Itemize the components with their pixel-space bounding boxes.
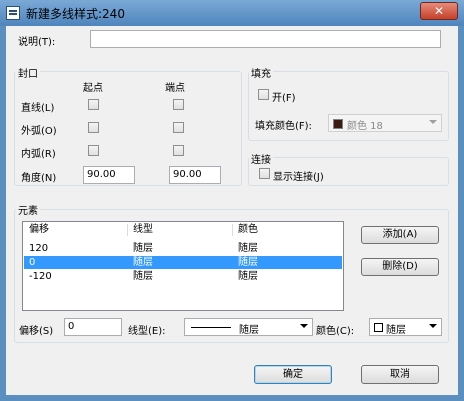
- fill-on-checkbox[interactable]: [258, 89, 269, 100]
- dialog-window: 新建多线样式:240 ✕ 说明(T): 封口 起点 端点 直线(L) 外弧(O)…: [0, 0, 464, 401]
- list-item-color: 随层: [238, 243, 258, 254]
- color-value: 随层: [386, 325, 406, 336]
- cap-line-start-checkbox[interactable]: [88, 99, 99, 110]
- list-item[interactable]: 0 随层 随层: [24, 256, 342, 269]
- offset-label: 偏移(S): [19, 326, 54, 337]
- linetype-preview-line: [191, 327, 231, 328]
- fill-color-dropdown[interactable]: 颜色 18: [328, 114, 442, 132]
- color-dropdown[interactable]: 随层: [369, 318, 442, 336]
- cap-inner-arc-start-checkbox[interactable]: [88, 145, 99, 156]
- title-bar[interactable]: 新建多线样式:240 ✕: [0, 0, 464, 26]
- cancel-button[interactable]: 取消: [361, 365, 439, 384]
- color-swatch: [374, 323, 383, 332]
- close-button[interactable]: ✕: [420, 2, 458, 20]
- chevron-down-icon: [429, 120, 437, 124]
- cap-angle-label: 角度(N): [21, 173, 57, 184]
- caps-group-title: 封口: [16, 65, 40, 80]
- window-title: 新建多线样式:240: [26, 7, 125, 21]
- description-input[interactable]: [90, 30, 441, 48]
- chevron-down-icon: [429, 324, 437, 328]
- offset-input[interactable]: 0: [64, 318, 122, 336]
- cap-inner-arc-end-checkbox[interactable]: [173, 145, 184, 156]
- list-item[interactable]: 120 随层 随层: [24, 242, 342, 255]
- cap-angle-end-input[interactable]: 90.00: [169, 166, 221, 184]
- list-item-linetype: 随层: [133, 243, 153, 254]
- list-item-offset: 0: [29, 257, 36, 268]
- app-icon: [6, 6, 20, 20]
- cap-line-end-checkbox[interactable]: [173, 99, 184, 110]
- list-item[interactable]: -120 随层 随层: [24, 270, 342, 283]
- description-label: 说明(T):: [18, 37, 56, 48]
- chevron-down-icon: [300, 324, 308, 328]
- list-item-offset: -120: [29, 271, 52, 282]
- list-item-color: 随层: [238, 271, 258, 282]
- cap-outer-arc-label: 外弧(O): [21, 126, 57, 137]
- elements-list[interactable]: 偏移 线型 颜色 120 随层 随层 0 随层 随层 -120 随层 随层: [22, 221, 344, 311]
- delete-element-button[interactable]: 删除(D): [361, 258, 439, 276]
- linetype-label: 线型(E):: [128, 326, 166, 337]
- fill-color-swatch: [333, 119, 343, 129]
- connect-group-title: 连接: [249, 151, 273, 166]
- elements-list-header: 偏移 线型 颜色: [24, 223, 342, 236]
- show-connect-checkbox[interactable]: [259, 168, 270, 179]
- fill-group-title: 填充: [249, 65, 273, 80]
- caps-start-header: 起点: [83, 83, 103, 94]
- cap-line-label: 直线(L): [21, 103, 55, 114]
- column-linetype: 线型: [133, 224, 153, 235]
- add-element-button[interactable]: 添加(A): [361, 226, 439, 244]
- cap-inner-arc-label: 内弧(R): [21, 149, 56, 160]
- cap-outer-arc-start-checkbox[interactable]: [88, 122, 99, 133]
- elements-group-title: 元素: [16, 202, 40, 217]
- list-item-offset: 120: [29, 243, 49, 254]
- cap-angle-start-input[interactable]: 90.00: [83, 166, 135, 184]
- cap-outer-arc-end-checkbox[interactable]: [173, 122, 184, 133]
- list-item-linetype: 随层: [133, 257, 153, 268]
- linetype-dropdown[interactable]: 随层: [184, 318, 313, 336]
- column-divider: [232, 224, 233, 236]
- fill-color-value: 颜色 18: [347, 121, 383, 132]
- caps-end-header: 端点: [165, 83, 185, 94]
- column-color: 颜色: [238, 224, 258, 235]
- show-connect-label: 显示连接(J): [273, 172, 324, 183]
- fill-on-label: 开(F): [272, 93, 296, 104]
- column-divider: [127, 224, 128, 236]
- dialog-client-area: 说明(T): 封口 起点 端点 直线(L) 外弧(O) 内弧(R) 角度(N) …: [6, 26, 458, 395]
- fill-color-label: 填充颜色(F):: [255, 121, 312, 132]
- color-label: 颜色(C):: [316, 326, 355, 337]
- list-item-linetype: 随层: [133, 271, 153, 282]
- list-item-color: 随层: [238, 257, 258, 268]
- column-offset: 偏移: [29, 224, 49, 235]
- linetype-value: 随层: [239, 325, 259, 336]
- ok-button[interactable]: 确定: [254, 365, 332, 384]
